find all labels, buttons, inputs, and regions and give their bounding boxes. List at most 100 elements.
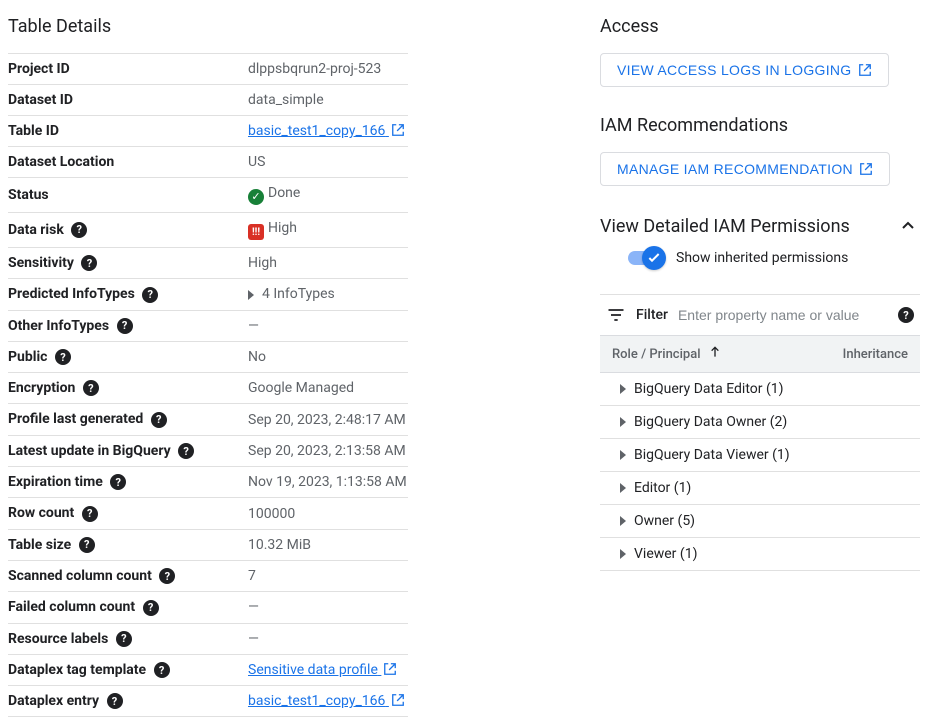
permission-row[interactable]: BigQuery Data Owner (2) xyxy=(600,406,920,439)
checkmark-icon: ✓ xyxy=(248,189,264,205)
label-failed-column-count: Failed column count xyxy=(8,599,135,615)
chevron-up-icon[interactable] xyxy=(896,214,920,238)
permission-row[interactable]: Owner (5) xyxy=(600,505,920,538)
manage-iam-rec-text: MANAGE IAM RECOMMENDATION xyxy=(617,161,853,177)
label-public: Public xyxy=(8,349,47,365)
help-icon[interactable]: ? xyxy=(116,631,132,647)
expand-icon[interactable] xyxy=(248,290,254,300)
expand-icon[interactable] xyxy=(620,483,626,493)
filter-input[interactable] xyxy=(678,307,884,323)
link-dataplex-tag-template-text: Sensitive data profile xyxy=(248,662,378,678)
filter-label: Filter xyxy=(636,307,668,323)
help-icon[interactable]: ? xyxy=(898,307,914,323)
link-dataplex-tag-template[interactable]: Sensitive data profile xyxy=(248,662,397,678)
row-failed-column-count: Failed column count ? — xyxy=(8,592,408,623)
permission-role-name: BigQuery Data Viewer (1) xyxy=(634,447,790,463)
row-project-id: Project ID dlppsbqrun2-proj-523 xyxy=(8,54,408,85)
expand-icon[interactable] xyxy=(620,516,626,526)
value-encryption: Google Managed xyxy=(248,373,408,404)
help-icon[interactable]: ? xyxy=(82,506,98,522)
value-scanned-column-count: 7 xyxy=(248,560,408,591)
permission-row[interactable]: BigQuery Data Editor (1) xyxy=(600,373,920,406)
permission-role-name: Editor (1) xyxy=(634,480,691,496)
value-project-id: dlppsbqrun2-proj-523 xyxy=(248,54,408,85)
value-profile-last-generated: Sep 20, 2023, 2:48:17 AM xyxy=(248,404,408,435)
page-title: Table Details xyxy=(8,16,408,37)
label-other-infotypes: Other InfoTypes xyxy=(8,318,109,334)
value-failed-column-count: — xyxy=(248,592,408,623)
help-icon[interactable]: ? xyxy=(71,222,87,238)
permission-row[interactable]: BigQuery Data Viewer (1) xyxy=(600,439,920,472)
help-icon[interactable]: ? xyxy=(117,318,133,334)
row-table-id: Table ID basic_test1_copy_166 xyxy=(8,116,408,147)
expand-icon[interactable] xyxy=(620,450,626,460)
inherited-permissions-toggle[interactable] xyxy=(628,251,664,265)
value-status: Done xyxy=(268,185,300,201)
help-icon[interactable]: ? xyxy=(79,537,95,553)
open-external-icon xyxy=(391,123,405,137)
help-icon[interactable]: ? xyxy=(81,255,97,271)
value-predicted-infotypes: 4 InfoTypes xyxy=(262,286,335,302)
label-dataset-id: Dataset ID xyxy=(8,85,248,116)
open-external-icon xyxy=(858,63,872,77)
label-data-risk: Data risk xyxy=(8,222,64,238)
row-dataplex-tag-template: Dataplex tag template ? Sensitive data p… xyxy=(8,654,408,685)
manage-iam-rec-button[interactable]: MANAGE IAM RECOMMENDATION xyxy=(600,152,890,186)
right-panel: Access VIEW ACCESS LOGS IN LOGGING IAM R… xyxy=(600,8,920,717)
expand-icon[interactable] xyxy=(620,549,626,559)
link-table-id[interactable]: basic_test1_copy_166 xyxy=(248,123,405,139)
label-dataplex-tag-template: Dataplex tag template xyxy=(8,662,146,678)
permission-role-name: Viewer (1) xyxy=(634,546,697,562)
details-table: Project ID dlppsbqrun2-proj-523 Dataset … xyxy=(8,53,408,717)
label-project-id: Project ID xyxy=(8,54,248,85)
open-external-icon xyxy=(391,693,405,707)
iam-detail-title: View Detailed IAM Permissions xyxy=(600,216,850,237)
help-icon[interactable]: ? xyxy=(55,349,71,365)
label-table-size: Table size xyxy=(8,537,71,553)
link-table-id-text: basic_test1_copy_166 xyxy=(248,123,385,139)
permission-row[interactable]: Viewer (1) xyxy=(600,538,920,571)
row-expiration-time: Expiration time ? Nov 19, 2023, 1:13:58 … xyxy=(8,467,408,498)
value-dataset-id: data_simple xyxy=(248,85,408,116)
permission-row[interactable]: Editor (1) xyxy=(600,472,920,505)
view-access-logs-button[interactable]: VIEW ACCESS LOGS IN LOGGING xyxy=(600,53,889,87)
help-icon[interactable]: ? xyxy=(107,693,123,709)
permission-role-name: BigQuery Data Owner (2) xyxy=(634,414,787,430)
help-icon[interactable]: ? xyxy=(178,443,194,459)
row-row-count: Row count ? 100000 xyxy=(8,498,408,529)
role-principal-column-header[interactable]: Role / Principal xyxy=(612,344,843,364)
help-icon[interactable]: ? xyxy=(151,412,167,428)
value-table-size: 10.32 MiB xyxy=(248,529,408,560)
toggle-label: Show inherited permissions xyxy=(676,250,848,266)
row-public: Public ? No xyxy=(8,341,408,372)
inheritance-column-header[interactable]: Inheritance xyxy=(843,347,908,362)
value-expiration-time: Nov 19, 2023, 1:13:58 AM xyxy=(248,467,408,498)
role-principal-text: Role / Principal xyxy=(612,347,701,362)
help-icon[interactable]: ? xyxy=(142,287,158,303)
help-icon[interactable]: ? xyxy=(143,600,159,616)
risk-high-icon: !!! xyxy=(248,224,264,240)
row-profile-last-generated: Profile last generated ? Sep 20, 2023, 2… xyxy=(8,404,408,435)
row-sensitivity: Sensitivity ? High xyxy=(8,248,408,279)
value-resource-labels: — xyxy=(248,623,408,654)
expand-icon[interactable] xyxy=(620,384,626,394)
label-status: Status xyxy=(8,178,248,213)
permission-role-name: BigQuery Data Editor (1) xyxy=(634,381,784,397)
help-icon[interactable]: ? xyxy=(110,474,126,490)
row-data-risk: Data risk ? !!!High xyxy=(8,212,408,248)
value-row-count: 100000 xyxy=(248,498,408,529)
value-other-infotypes: — xyxy=(248,310,408,341)
filter-icon[interactable] xyxy=(606,305,626,325)
help-icon[interactable]: ? xyxy=(159,568,175,584)
expand-icon[interactable] xyxy=(620,417,626,427)
value-dataset-location: US xyxy=(248,147,408,178)
label-latest-update-bq: Latest update in BigQuery xyxy=(8,443,171,459)
open-external-icon xyxy=(859,162,873,176)
value-latest-update-bq: Sep 20, 2023, 2:13:58 AM xyxy=(248,435,408,466)
row-status: Status ✓Done xyxy=(8,178,408,213)
help-icon[interactable]: ? xyxy=(83,380,99,396)
row-dataset-id: Dataset ID data_simple xyxy=(8,85,408,116)
label-table-id: Table ID xyxy=(8,116,248,147)
link-dataplex-entry[interactable]: basic_test1_copy_166 xyxy=(248,693,405,709)
help-icon[interactable]: ? xyxy=(154,662,170,678)
